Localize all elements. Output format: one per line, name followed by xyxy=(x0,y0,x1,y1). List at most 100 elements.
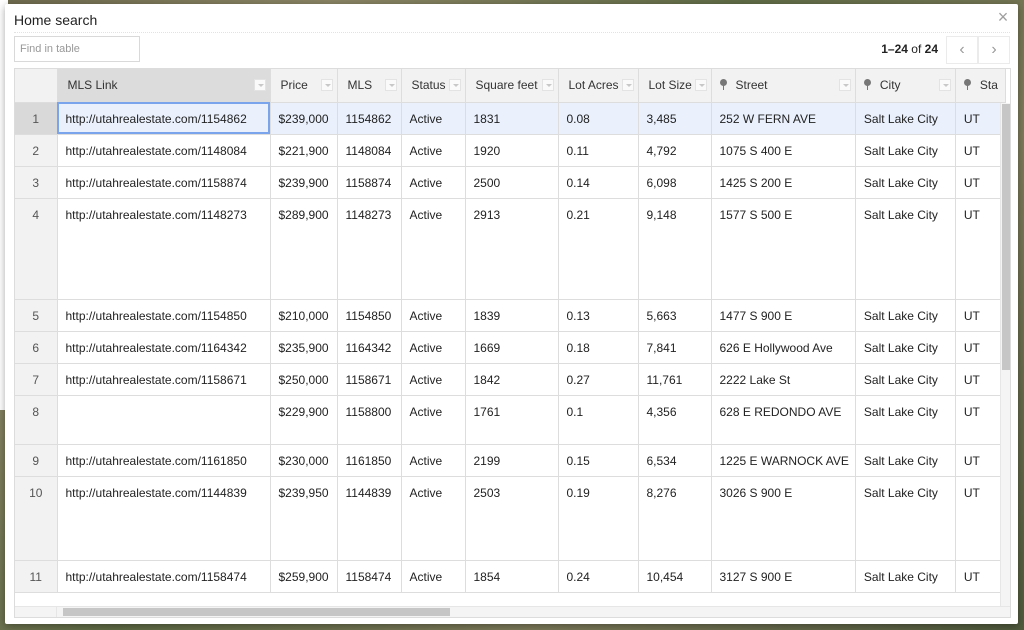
cell-mls[interactable]: 1161850 xyxy=(337,444,402,477)
cell-price[interactable]: $239,000 xyxy=(270,102,338,135)
cell-acres[interactable]: 0.08 xyxy=(558,102,639,135)
cell-mls[interactable]: 1148084 xyxy=(337,134,402,167)
cell-link[interactable]: http://utahrealestate.com/1161850 xyxy=(57,444,271,477)
table-row[interactable]: 6 http://utahrealestate.com/1164342 $235,9… xyxy=(15,331,1006,364)
cell-price[interactable]: $259,900 xyxy=(270,560,338,593)
cell-street[interactable]: 628 E REDONDO AVE xyxy=(711,395,856,445)
column-header-lot-size[interactable]: Lot Size xyxy=(638,69,712,103)
table-row[interactable]: 5 http://utahrealestate.com/1154850 $210,0… xyxy=(15,299,1006,332)
table-row[interactable]: 9 http://utahrealestate.com/1161850 $230,0… xyxy=(15,444,1006,477)
table-row[interactable]: 8 $229,900 1158800 Active 1761 0.1 4,356 628 E … xyxy=(15,395,1006,445)
column-header-price[interactable]: Price xyxy=(270,69,338,103)
cell-status[interactable]: Active xyxy=(401,331,466,364)
table-row[interactable]: 3 http://utahrealestate.com/1158874 $239,9… xyxy=(15,166,1006,199)
column-menu-dropdown-icon[interactable] xyxy=(541,79,554,91)
cell-status[interactable]: Active xyxy=(401,102,466,135)
cell-acres[interactable]: 0.1 xyxy=(558,395,639,445)
previous-page-button[interactable]: ‹ xyxy=(946,36,978,64)
cell-acres[interactable]: 0.13 xyxy=(558,299,639,332)
cell-mls[interactable]: 1158800 xyxy=(337,395,402,445)
cell-city[interactable]: Salt Lake City xyxy=(855,134,956,167)
cell-sqft[interactable]: 2500 xyxy=(465,166,559,199)
cell-sqft[interactable]: 1831 xyxy=(465,102,559,135)
table-row[interactable]: 4 http://utahrealestate.com/1148273 $289,9… xyxy=(15,198,1006,300)
cell-street[interactable]: 1577 S 500 E xyxy=(711,198,856,300)
cell-status[interactable]: Active xyxy=(401,444,466,477)
cell-street[interactable]: 626 E Hollywood Ave xyxy=(711,331,856,364)
cell-street[interactable]: 2222 Lake St xyxy=(711,363,856,396)
cell-state[interactable]: UT xyxy=(955,198,1006,300)
cell-street[interactable]: 1075 S 400 E xyxy=(711,134,856,167)
cell-state[interactable]: UT xyxy=(955,476,1006,561)
cell-status[interactable]: Active xyxy=(401,166,466,199)
column-menu-dropdown-icon[interactable] xyxy=(448,79,461,91)
cell-link[interactable]: http://utahrealestate.com/1144839 xyxy=(57,476,271,561)
cell-city[interactable]: Salt Lake City xyxy=(855,102,956,135)
cell-link[interactable]: http://utahrealestate.com/1154850 xyxy=(57,299,271,332)
cell-state[interactable]: UT xyxy=(955,102,1006,135)
cell-acres[interactable]: 0.15 xyxy=(558,444,639,477)
cell-street[interactable]: 1225 E WARNOCK AVE xyxy=(711,444,856,477)
cell-lot[interactable]: 4,356 xyxy=(638,395,712,445)
horizontal-scrollbar-thumb[interactable] xyxy=(63,608,450,616)
cell-mls[interactable]: 1144839 xyxy=(337,476,402,561)
cell-status[interactable]: Active xyxy=(401,560,466,593)
cell-acres[interactable]: 0.24 xyxy=(558,560,639,593)
cell-price[interactable]: $221,900 xyxy=(270,134,338,167)
cell-price[interactable]: $239,950 xyxy=(270,476,338,561)
cell-street[interactable]: 252 W FERN AVE xyxy=(711,102,856,135)
column-menu-dropdown-icon[interactable] xyxy=(694,79,707,91)
cell-sqft[interactable]: 1854 xyxy=(465,560,559,593)
cell-city[interactable]: Salt Lake City xyxy=(855,444,956,477)
cell-lot[interactable]: 3,485 xyxy=(638,102,712,135)
cell-state[interactable]: UT xyxy=(955,444,1006,477)
cell-street[interactable]: 1425 S 200 E xyxy=(711,166,856,199)
column-menu-dropdown-icon[interactable] xyxy=(253,79,266,91)
cell-lot[interactable]: 4,792 xyxy=(638,134,712,167)
cell-price[interactable]: $210,000 xyxy=(270,299,338,332)
cell-city[interactable]: Salt Lake City xyxy=(855,395,956,445)
cell-link[interactable]: http://utahrealestate.com/1148273 xyxy=(57,198,271,300)
column-header-city[interactable]: City xyxy=(855,69,956,103)
cell-lot[interactable]: 8,276 xyxy=(638,476,712,561)
cell-sqft[interactable]: 1669 xyxy=(465,331,559,364)
cell-acres[interactable]: 0.21 xyxy=(558,198,639,300)
vertical-scrollbar[interactable] xyxy=(1000,103,1010,607)
column-header-sta[interactable]: Sta xyxy=(955,69,1006,103)
cell-price[interactable]: $230,000 xyxy=(270,444,338,477)
find-in-table-input[interactable] xyxy=(14,36,140,62)
cell-acres[interactable]: 0.18 xyxy=(558,331,639,364)
cell-lot[interactable]: 6,098 xyxy=(638,166,712,199)
cell-lot[interactable]: 11,761 xyxy=(638,363,712,396)
cell-link[interactable]: http://utahrealestate.com/1158671 xyxy=(57,363,271,396)
cell-acres[interactable]: 0.19 xyxy=(558,476,639,561)
cell-status[interactable]: Active xyxy=(401,134,466,167)
column-header-street[interactable]: Street xyxy=(711,69,856,103)
cell-price[interactable]: $229,900 xyxy=(270,395,338,445)
cell-status[interactable]: Active xyxy=(401,363,466,396)
cell-link[interactable]: http://utahrealestate.com/1148084 xyxy=(57,134,271,167)
cell-city[interactable]: Salt Lake City xyxy=(855,166,956,199)
cell-lot[interactable]: 10,454 xyxy=(638,560,712,593)
cell-street[interactable]: 3127 S 900 E xyxy=(711,560,856,593)
cell-city[interactable]: Salt Lake City xyxy=(855,363,956,396)
cell-mls[interactable]: 1148273 xyxy=(337,198,402,300)
cell-state[interactable]: UT xyxy=(955,166,1006,199)
cell-sqft[interactable]: 2503 xyxy=(465,476,559,561)
column-menu-dropdown-icon[interactable] xyxy=(938,79,951,91)
cell-price[interactable]: $250,000 xyxy=(270,363,338,396)
cell-state[interactable]: UT xyxy=(955,395,1006,445)
column-menu-dropdown-icon[interactable] xyxy=(621,79,634,91)
cell-link[interactable] xyxy=(57,395,271,445)
cell-status[interactable]: Active xyxy=(401,395,466,445)
cell-acres[interactable]: 0.27 xyxy=(558,363,639,396)
column-header-mls[interactable]: MLS xyxy=(337,69,402,103)
cell-city[interactable]: Salt Lake City xyxy=(855,560,956,593)
column-header-lot-acres[interactable]: Lot Acres xyxy=(558,69,639,103)
column-header-status[interactable]: Status xyxy=(401,69,466,103)
cell-city[interactable]: Salt Lake City xyxy=(855,198,956,300)
cell-link[interactable]: http://utahrealestate.com/1158474 xyxy=(57,560,271,593)
cell-sqft[interactable]: 1839 xyxy=(465,299,559,332)
cell-sqft[interactable]: 2199 xyxy=(465,444,559,477)
cell-mls[interactable]: 1158874 xyxy=(337,166,402,199)
